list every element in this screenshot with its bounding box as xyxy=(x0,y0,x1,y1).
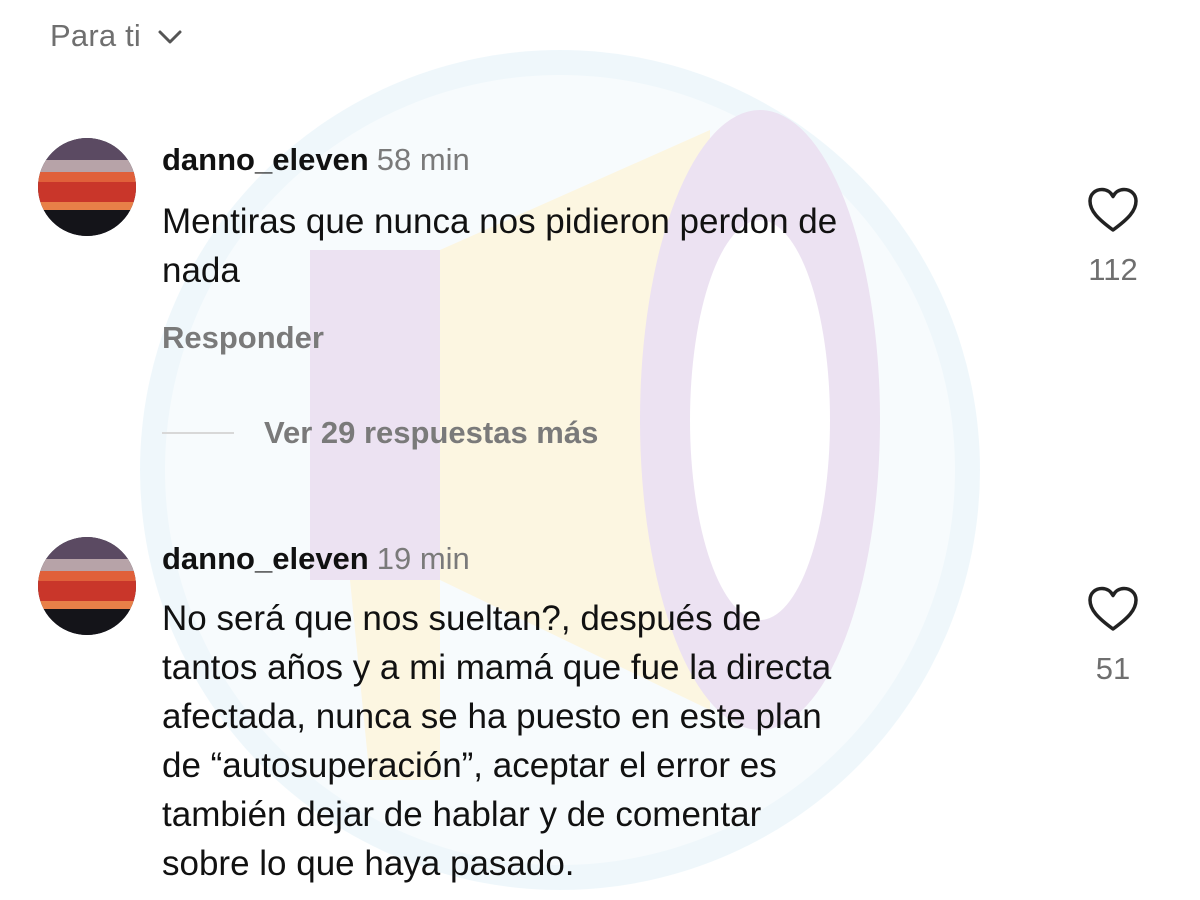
comment-text: Mentiras que nunca nos pidieron perdon d… xyxy=(162,202,838,290)
like-count: 112 xyxy=(1088,252,1138,287)
like-count: 51 xyxy=(1095,651,1131,686)
reply-button[interactable]: Responder xyxy=(162,320,324,356)
avatar[interactable] xyxy=(38,537,136,635)
username[interactable]: danno_eleven xyxy=(162,142,369,177)
view-more-replies-label: Ver 29 respuestas más xyxy=(264,415,599,450)
comment-text: No será que nos sueltan?, después de tan… xyxy=(162,599,832,883)
avatar[interactable] xyxy=(38,138,136,236)
comment-time: 58 min xyxy=(376,142,470,177)
chevron-down-icon xyxy=(157,24,183,50)
heart-outline-icon[interactable] xyxy=(1086,186,1140,234)
heart-outline-icon[interactable] xyxy=(1086,585,1140,633)
feed-label: Para ti xyxy=(50,18,141,53)
feed-selector[interactable]: Para ti xyxy=(50,14,183,58)
comment-time: 19 min xyxy=(376,541,470,576)
view-more-replies-button[interactable]: Ver 29 respuestas más xyxy=(162,415,598,451)
thread-divider xyxy=(162,432,234,434)
username[interactable]: danno_eleven xyxy=(162,541,369,576)
